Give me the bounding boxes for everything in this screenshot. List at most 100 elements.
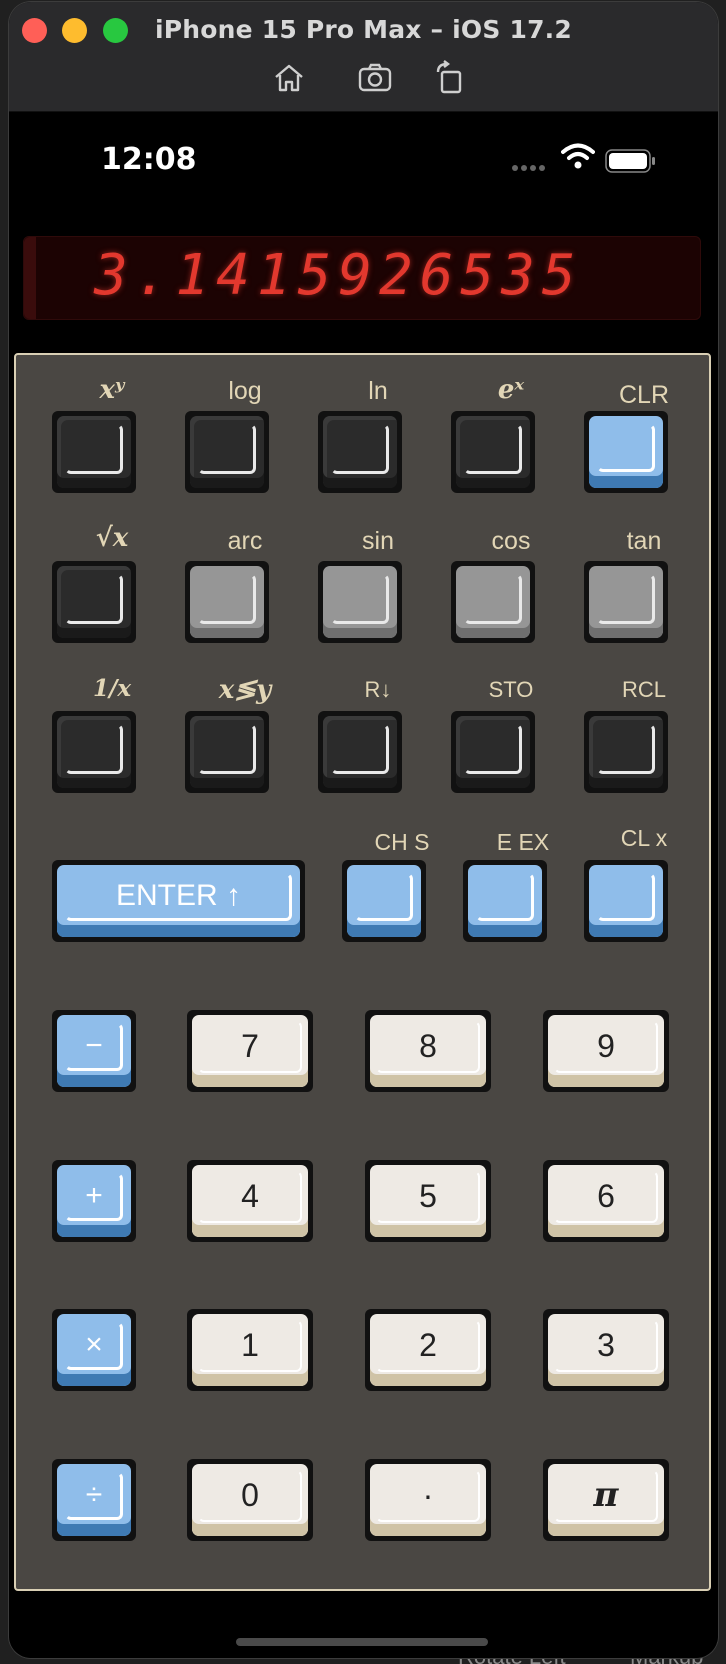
- key-label-power: xʸ: [99, 375, 125, 405]
- swap-key-well: [185, 711, 269, 793]
- multiply-key-well: ×: [52, 1309, 136, 1391]
- key-label-rcl: RCL: [621, 677, 666, 702]
- digit-0-key-well: 0: [187, 1459, 313, 1541]
- digit-9-key[interactable]: 9: [548, 1015, 664, 1087]
- eex-key[interactable]: [468, 865, 542, 937]
- subtract-key-well: −: [52, 1010, 136, 1092]
- key-label-sto: STO: [488, 677, 534, 702]
- key-label-roll-down: R↓: [364, 677, 392, 702]
- key-label-clx: CL x: [620, 825, 668, 851]
- digit-3-key[interactable]: 3: [548, 1314, 664, 1386]
- wifi-icon: [561, 143, 595, 169]
- power-key[interactable]: [57, 416, 131, 488]
- pi-key[interactable]: π: [548, 1464, 664, 1536]
- digit-6-label: 6: [597, 1177, 615, 1214]
- digit-5-key[interactable]: 5: [370, 1165, 486, 1237]
- digit-8-key-well: 8: [365, 1010, 491, 1092]
- add-key[interactable]: +: [57, 1165, 131, 1237]
- power-key-well: [52, 411, 136, 493]
- screenshot-camera-icon[interactable]: [357, 60, 393, 96]
- key-label-sqrt: √x: [95, 523, 129, 553]
- status-time: 12:08: [101, 142, 197, 177]
- roll-down-key[interactable]: [323, 716, 397, 788]
- cos-key-well: [451, 561, 535, 643]
- digit-4-key[interactable]: 4: [192, 1165, 308, 1237]
- rcl-key-well: [584, 711, 668, 793]
- arc-key-well: [185, 561, 269, 643]
- home-icon[interactable]: [271, 60, 307, 96]
- digit-2-key[interactable]: 2: [370, 1314, 486, 1386]
- digit-3-key-well: 3: [543, 1309, 669, 1391]
- clr-key[interactable]: [589, 416, 663, 488]
- decimal-point-key-well: ·: [365, 1459, 491, 1541]
- sqrt-key-well: [52, 561, 136, 643]
- key-label-reciprocal: 1/x: [92, 675, 132, 702]
- multiply-key-label: ×: [85, 1328, 103, 1361]
- ln-key-well: [318, 411, 402, 493]
- signal-dots-icon: [512, 158, 548, 176]
- key-label-log: log: [228, 377, 262, 405]
- cos-key[interactable]: [456, 566, 530, 638]
- chs-key[interactable]: [347, 865, 421, 937]
- digit-8-key[interactable]: 8: [370, 1015, 486, 1087]
- digit-7-key-well: 7: [187, 1010, 313, 1092]
- device-screen: 12:08 3.1415926535 xʸ log ln eˣ CLR √x a…: [9, 112, 718, 1658]
- key-label-arc: arc: [227, 527, 263, 555]
- log-key[interactable]: [190, 416, 264, 488]
- add-key-label: +: [85, 1179, 103, 1212]
- digit-6-key[interactable]: 6: [548, 1165, 664, 1237]
- digit-2-key-well: 2: [365, 1309, 491, 1391]
- display-value: 3.1415926535: [94, 243, 583, 308]
- reciprocal-key[interactable]: [57, 716, 131, 788]
- key-label-chs: CH S: [374, 829, 430, 855]
- digit-3-label: 3: [597, 1326, 615, 1363]
- subtract-key-label: −: [85, 1029, 103, 1062]
- exp-key[interactable]: [456, 416, 530, 488]
- tan-key[interactable]: [589, 566, 663, 638]
- digit-1-label: 1: [241, 1326, 259, 1363]
- window-title: iPhone 15 Pro Max – iOS 17.2: [155, 15, 572, 44]
- clx-key-well: [584, 860, 668, 942]
- reciprocal-key-well: [52, 711, 136, 793]
- window-titlebar: iPhone 15 Pro Max – iOS 17.2: [9, 2, 718, 112]
- roll-down-key-well: [318, 711, 402, 793]
- sto-key[interactable]: [456, 716, 530, 788]
- eex-key-well: [463, 860, 547, 942]
- tan-key-well: [584, 561, 668, 643]
- log-key-well: [185, 411, 269, 493]
- digit-5-label: 5: [419, 1177, 437, 1214]
- ln-key[interactable]: [323, 416, 397, 488]
- sin-key[interactable]: [323, 566, 397, 638]
- digit-1-key[interactable]: 1: [192, 1314, 308, 1386]
- subtract-key[interactable]: −: [57, 1015, 131, 1087]
- key-label-ln: ln: [368, 377, 388, 405]
- sin-key-well: [318, 561, 402, 643]
- battery-icon: [605, 149, 655, 173]
- digit-5-key-well: 5: [365, 1160, 491, 1242]
- chs-key-well: [342, 860, 426, 942]
- display-bezel: [24, 237, 36, 319]
- swap-key[interactable]: [190, 716, 264, 788]
- key-label-eex: E EX: [496, 829, 550, 855]
- rcl-key[interactable]: [589, 716, 663, 788]
- divide-key-label: ÷: [85, 1478, 103, 1511]
- rotate-icon[interactable]: [433, 60, 469, 96]
- divide-key[interactable]: ÷: [57, 1464, 131, 1536]
- enter-key-label: ENTER ↑: [115, 879, 241, 912]
- sqrt-key[interactable]: [57, 566, 131, 638]
- decimal-point-key[interactable]: ·: [370, 1464, 486, 1536]
- arc-key[interactable]: [190, 566, 264, 638]
- multiply-key[interactable]: ×: [57, 1314, 131, 1386]
- clr-key-well: [584, 411, 668, 493]
- enter-key[interactable]: ENTER ↑: [57, 865, 300, 937]
- digit-0-label: 0: [241, 1476, 259, 1513]
- digit-0-key[interactable]: 0: [192, 1464, 308, 1536]
- digit-8-label: 8: [419, 1027, 437, 1064]
- clx-key[interactable]: [589, 865, 663, 937]
- digit-7-key[interactable]: 7: [192, 1015, 308, 1087]
- key-label-sin: sin: [362, 527, 394, 555]
- digit-9-key-well: 9: [543, 1010, 669, 1092]
- home-indicator[interactable]: [236, 1638, 488, 1646]
- sto-key-well: [451, 711, 535, 793]
- digit-6-key-well: 6: [543, 1160, 669, 1242]
